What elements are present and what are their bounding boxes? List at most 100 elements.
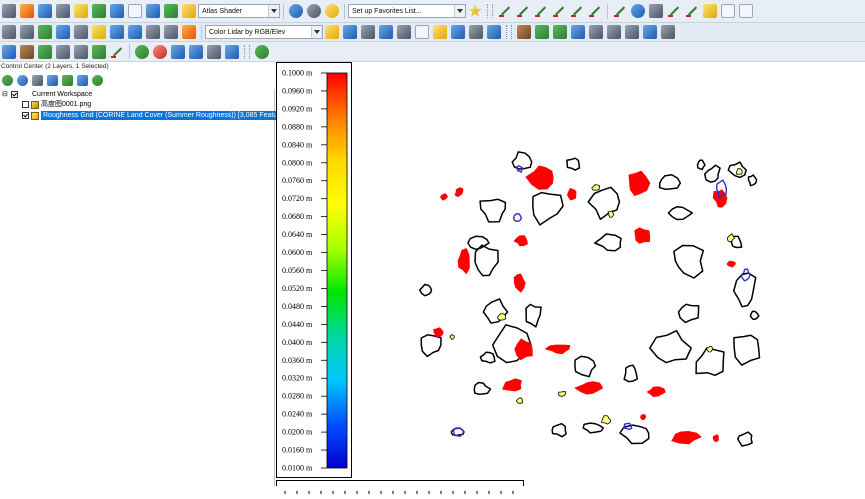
terrain-analysis-icon[interactable] bbox=[20, 44, 34, 59]
ground-icon[interactable] bbox=[661, 25, 675, 39]
roughness-feature-low[interactable] bbox=[558, 391, 567, 397]
roughness-feature-high[interactable] bbox=[440, 193, 448, 201]
roughness-feature-outline[interactable] bbox=[582, 422, 604, 434]
edit-line-icon[interactable] bbox=[498, 4, 512, 18]
puzzle-icon[interactable] bbox=[92, 44, 106, 59]
tower-icon[interactable] bbox=[589, 25, 603, 39]
layer-checkbox[interactable] bbox=[22, 101, 29, 108]
split-icon[interactable] bbox=[570, 4, 584, 18]
map-canvas[interactable] bbox=[276, 62, 865, 486]
cross-section-icon[interactable] bbox=[397, 25, 411, 39]
roughness-feature-outline[interactable] bbox=[474, 244, 499, 277]
collapse-icon[interactable]: ⊟ bbox=[2, 90, 9, 99]
layer-filter-icon[interactable] bbox=[62, 74, 73, 86]
reshape-icon[interactable] bbox=[552, 4, 566, 18]
toolbar-grip[interactable] bbox=[506, 25, 512, 39]
measure-icon[interactable] bbox=[613, 4, 627, 18]
animal-icon[interactable] bbox=[171, 44, 185, 59]
toolbar-grip[interactable] bbox=[244, 44, 250, 59]
map-view[interactable] bbox=[276, 62, 865, 486]
crop-icon[interactable] bbox=[164, 25, 178, 39]
select-icon[interactable] bbox=[92, 25, 106, 39]
layer-checkbox[interactable] bbox=[22, 112, 29, 119]
chevron-down-icon[interactable] bbox=[268, 5, 279, 17]
roughness-feature-high[interactable] bbox=[513, 273, 526, 293]
pick-icon[interactable] bbox=[38, 25, 52, 39]
finish-icon[interactable] bbox=[739, 4, 753, 18]
layer-add-icon[interactable] bbox=[92, 74, 103, 86]
move-vertex-icon[interactable] bbox=[20, 25, 34, 39]
roughness-feature-outline[interactable] bbox=[696, 159, 706, 171]
roughness-feature-low[interactable] bbox=[601, 415, 612, 425]
add-point-icon[interactable] bbox=[207, 44, 221, 59]
triangle-icon[interactable] bbox=[415, 25, 429, 39]
roughness-feature-outline[interactable] bbox=[587, 186, 621, 221]
grid-icon[interactable] bbox=[2, 4, 16, 18]
elevation-icon[interactable] bbox=[92, 4, 106, 18]
roughness-feature-outline[interactable] bbox=[623, 364, 639, 383]
settings-gear-icon[interactable] bbox=[307, 4, 321, 18]
power-line-icon[interactable] bbox=[625, 25, 639, 39]
building-icon[interactable] bbox=[607, 25, 621, 39]
favorites-select[interactable]: Set up Favorites List... bbox=[348, 4, 466, 18]
workspace-checkbox[interactable] bbox=[11, 91, 18, 98]
roughness-feature-high[interactable] bbox=[454, 187, 464, 197]
zoom-layer-icon[interactable] bbox=[38, 4, 52, 18]
roughness-feature-low[interactable] bbox=[516, 397, 523, 404]
ruler-icon[interactable] bbox=[182, 25, 196, 39]
classify-icon[interactable] bbox=[361, 25, 375, 39]
roughness-feature-outline[interactable] bbox=[574, 355, 597, 378]
roughness-feature-high[interactable] bbox=[567, 188, 577, 201]
roughness-feature-outline[interactable] bbox=[532, 191, 564, 226]
roughness-feature-low[interactable] bbox=[735, 168, 743, 175]
shader-toggle-icon[interactable] bbox=[74, 4, 88, 18]
pan-icon[interactable] bbox=[2, 25, 16, 39]
route-icon[interactable] bbox=[225, 44, 239, 59]
toolbar-grip[interactable] bbox=[487, 4, 493, 18]
roughness-feature-outline[interactable] bbox=[732, 272, 757, 308]
lidar-select[interactable]: Color Lidar by RGB/Elev bbox=[205, 25, 323, 39]
roughness-feature-low[interactable] bbox=[591, 184, 601, 191]
roughness-feature-outline[interactable] bbox=[649, 329, 692, 364]
buffer-icon[interactable] bbox=[649, 4, 663, 18]
layer-icon[interactable] bbox=[2, 44, 16, 59]
roughness-feature-high[interactable] bbox=[545, 344, 571, 355]
roughness-feature-outline[interactable] bbox=[737, 431, 753, 447]
roughness-feature-outline[interactable] bbox=[749, 310, 760, 320]
roughness-feature-outline[interactable] bbox=[715, 179, 728, 199]
roughness-feature-high[interactable] bbox=[712, 189, 728, 208]
chevron-down-icon[interactable] bbox=[311, 26, 322, 38]
tree-icon[interactable] bbox=[535, 25, 549, 39]
roughness-feature-outline[interactable] bbox=[473, 381, 492, 396]
roughness-feature-high[interactable] bbox=[726, 260, 736, 268]
roughness-feature-outline[interactable] bbox=[511, 151, 533, 170]
roughness-feature-outline[interactable] bbox=[594, 233, 622, 252]
roughness-feature-high[interactable] bbox=[433, 327, 444, 338]
noise-icon[interactable] bbox=[487, 25, 501, 39]
edit-area-icon[interactable] bbox=[516, 4, 530, 18]
key-icon[interactable] bbox=[643, 25, 657, 39]
color-ramp-icon[interactable] bbox=[128, 4, 142, 18]
layer-list-icon[interactable] bbox=[32, 74, 43, 86]
cluster-icon[interactable] bbox=[469, 25, 483, 39]
grid-points-icon[interactable] bbox=[433, 25, 447, 39]
play-icon[interactable] bbox=[135, 44, 149, 59]
tools-icon[interactable] bbox=[56, 44, 70, 59]
roughness-feature-outline[interactable] bbox=[512, 213, 523, 222]
check-icon[interactable] bbox=[721, 4, 735, 18]
roughness-feature-low[interactable] bbox=[497, 313, 506, 321]
roughness-feature-outline[interactable] bbox=[677, 303, 700, 324]
roughness-feature-high[interactable] bbox=[671, 431, 702, 445]
profile-icon[interactable] bbox=[146, 4, 160, 18]
target-icon[interactable] bbox=[631, 4, 645, 18]
path-icon[interactable] bbox=[128, 25, 142, 39]
roughness-feature-outline[interactable] bbox=[747, 174, 758, 187]
paint-icon[interactable] bbox=[703, 4, 717, 18]
roughness-feature-high[interactable] bbox=[640, 414, 647, 420]
globe-icon[interactable] bbox=[289, 4, 303, 18]
shader-select[interactable]: Atlas Shader bbox=[198, 4, 280, 18]
earth-icon[interactable] bbox=[255, 44, 269, 59]
roughness-feature-outline[interactable] bbox=[418, 283, 433, 297]
zoom-to-layer-icon[interactable] bbox=[2, 74, 13, 86]
roughness-feature-outline[interactable] bbox=[733, 334, 761, 366]
